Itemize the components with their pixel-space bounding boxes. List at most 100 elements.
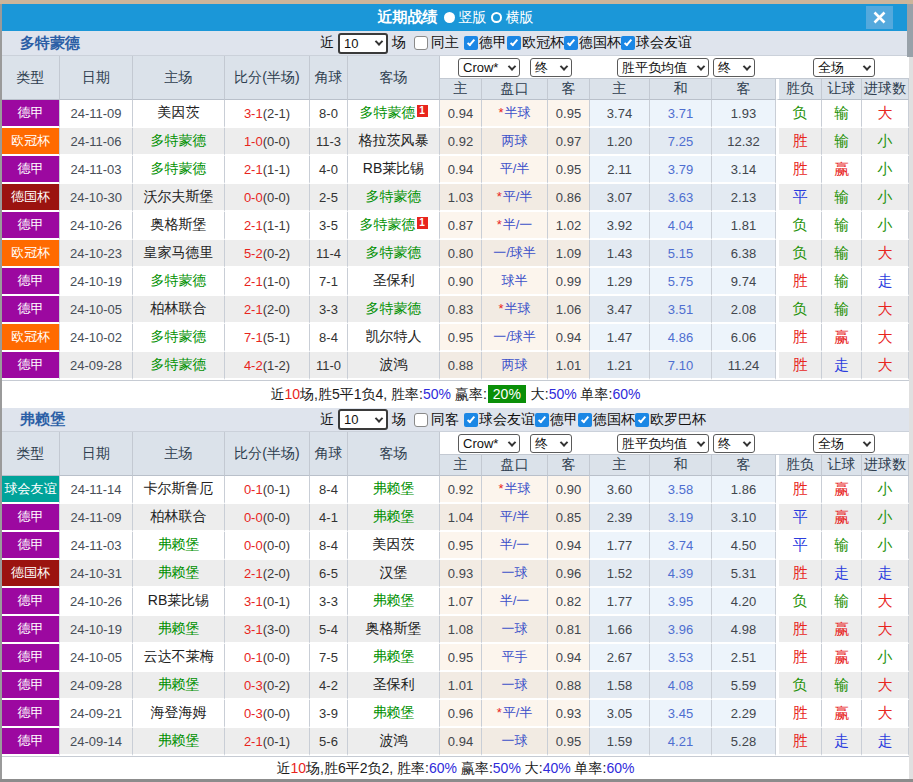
odds-source-select[interactable]: 胜平负均值: [617, 434, 709, 453]
avg-draw: 4.08: [650, 672, 712, 700]
match-date: 24-11-09: [60, 100, 133, 128]
result-goals: 大: [862, 352, 909, 380]
home-odds: 0.87: [440, 212, 482, 240]
away-odds: 0.95: [548, 156, 590, 184]
result-goals: 小: [862, 156, 909, 184]
league-type-badge: 德甲: [2, 672, 60, 700]
home-team: 多特蒙德: [133, 268, 225, 296]
avg-home: 1.77: [590, 532, 650, 560]
league-filter[interactable]: 球会友谊: [621, 34, 692, 52]
odds-source-select[interactable]: 终: [530, 58, 572, 77]
league-type-badge: 德甲: [2, 504, 60, 532]
same-venue-checkbox[interactable]: [414, 36, 428, 50]
odds-source-select[interactable]: 终: [530, 434, 572, 453]
corner-count: 3-9: [310, 700, 348, 728]
score: 0-3(0-2): [225, 672, 310, 700]
odds-source-select[interactable]: Crow*: [458, 434, 520, 453]
avg-home: 1.43: [590, 240, 650, 268]
avg-home: 2.67: [590, 644, 650, 672]
league-filter[interactable]: 德国杯: [564, 34, 621, 52]
result-wdl: 胜: [776, 352, 822, 380]
away-odds: 0.96: [548, 560, 590, 588]
avg-home: 2.11: [590, 156, 650, 184]
home-odds: 0.92: [440, 476, 482, 504]
close-button[interactable]: [866, 6, 893, 29]
corner-count: 7-5: [310, 644, 348, 672]
match-row: 德甲24-11-03多特蒙德2-1(1-1)4-0RB莱比锡0.94平/半0.9…: [2, 156, 909, 184]
league-filter[interactable]: 德甲: [535, 411, 578, 429]
score: 0-1(0-0): [225, 644, 310, 672]
result-handicap: 走: [822, 352, 862, 380]
avg-draw: 3.79: [650, 156, 712, 184]
result-goals: 大: [862, 324, 909, 352]
league-filter[interactable]: 球会友谊: [464, 411, 535, 429]
away-odds: 0.90: [548, 476, 590, 504]
away-team: 弗赖堡: [348, 588, 440, 616]
league-filter[interactable]: 欧冠杯: [507, 34, 564, 52]
corner-count: 11-3: [310, 128, 348, 156]
match-row: 欧冠杯24-11-06多特蒙德1-0(0-0)11-3格拉茨风暴0.92两球0.…: [2, 128, 909, 156]
chevron-down-icon: [375, 414, 383, 422]
home-team: 弗赖堡: [133, 560, 225, 588]
col-header-date: 日期: [60, 432, 133, 476]
match-count-select[interactable]: 10: [338, 33, 388, 54]
radio-vertical-selected-icon[interactable]: [444, 12, 455, 23]
match-count-select[interactable]: 10: [338, 409, 388, 430]
score: 0-3(0-0): [225, 700, 310, 728]
corner-count: 3-3: [310, 296, 348, 324]
avg-draw: 3.74: [650, 532, 712, 560]
handicap: 一球: [482, 560, 548, 588]
match-date: 24-10-26: [60, 588, 133, 616]
same-venue-checkbox[interactable]: [414, 413, 428, 427]
handicap: 球半: [482, 268, 548, 296]
avg-away: 11.24: [712, 352, 776, 380]
result-wdl: 胜: [776, 476, 822, 504]
avg-home: 3.74: [590, 100, 650, 128]
checkbox-checked-icon: [564, 36, 578, 50]
odds-source-select[interactable]: 终: [713, 434, 755, 453]
away-team: 美因茨: [348, 532, 440, 560]
corner-count: 6-5: [310, 560, 348, 588]
result-goals: 小: [862, 212, 909, 240]
handicap: 平手: [482, 644, 548, 672]
checkbox-checked-icon: [464, 36, 478, 50]
chevron-down-icon: [863, 62, 871, 70]
avg-draw: 4.04: [650, 212, 712, 240]
col-subheader: 盘口: [482, 79, 548, 100]
home-team: RB莱比锡: [133, 588, 225, 616]
col-header-away: 客场: [348, 56, 440, 100]
league-filter[interactable]: 德国杯: [578, 411, 635, 429]
odds-source-select[interactable]: 终: [713, 58, 755, 77]
odds-source-select[interactable]: Crow*: [458, 58, 520, 77]
col-subheader: 进球数: [862, 79, 909, 100]
home-odds: 1.08: [440, 616, 482, 644]
corner-count: 4-2: [310, 672, 348, 700]
result-handicap: 输: [822, 268, 862, 296]
col-header-home: 主场: [133, 56, 225, 100]
handicap: 一/球半: [482, 240, 548, 268]
score: 5-2(0-2): [225, 240, 310, 268]
avg-home: 1.52: [590, 560, 650, 588]
radio-horizontal-label[interactable]: 横版: [506, 9, 534, 27]
avg-home: 1.29: [590, 268, 650, 296]
home-team: 云达不莱梅: [133, 644, 225, 672]
league-type-badge: 德甲: [2, 532, 60, 560]
score: 1-0(0-0): [225, 128, 310, 156]
odds-source-select[interactable]: 全场: [813, 434, 875, 453]
home-team: 美因茨: [133, 100, 225, 128]
league-filter[interactable]: 欧罗巴杯: [635, 411, 706, 429]
result-handicap: 输: [822, 128, 862, 156]
league-filter[interactable]: 德甲: [464, 34, 507, 52]
result-goals: 小: [862, 476, 909, 504]
odds-source-select[interactable]: 胜平负均值: [617, 58, 709, 77]
col-subheader: 主: [590, 79, 650, 100]
match-date: 24-10-19: [60, 616, 133, 644]
result-wdl: 胜: [776, 156, 822, 184]
match-row: 德甲24-10-05云达不莱梅0-1(0-0)7-5弗赖堡0.95平手0.942…: [2, 644, 909, 672]
summary-line: 近10场,胜6平2负2, 胜率:60% 赢率:50% 大:40% 单率:60%: [2, 756, 909, 779]
odds-source-select[interactable]: 全场: [813, 58, 875, 77]
radio-horizontal-icon[interactable]: [491, 12, 502, 23]
score: 2-1(0-1): [225, 728, 310, 756]
radio-vertical-label[interactable]: 竖版: [459, 9, 487, 27]
col-subheader: 让球: [822, 455, 862, 476]
